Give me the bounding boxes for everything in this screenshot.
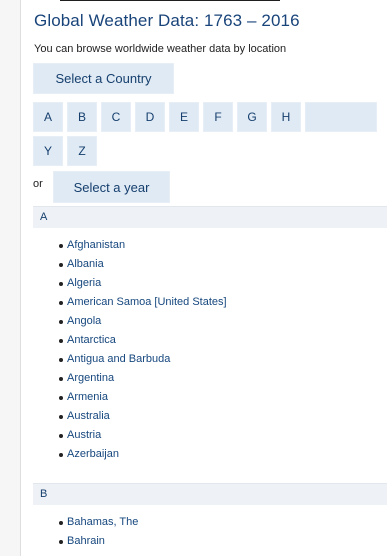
bullet-icon — [59, 358, 63, 362]
letter-h-button[interactable]: H — [271, 102, 301, 132]
country-link-afghanistan[interactable]: Afghanistan — [67, 236, 125, 255]
letter-next-button[interactable] — [305, 102, 377, 132]
letter-g-button[interactable]: G — [237, 102, 267, 132]
letter-z-button[interactable]: Z — [67, 136, 97, 166]
bullet-icon — [59, 415, 63, 419]
bullet-icon — [59, 282, 63, 286]
letter-e-button[interactable]: E — [169, 102, 199, 132]
page-title: Global Weather Data: 1763 – 2016 — [34, 11, 300, 30]
bullet-icon — [59, 396, 63, 400]
bullet-icon — [59, 453, 63, 457]
letter-f-button[interactable]: F — [203, 102, 233, 132]
bullet-icon — [59, 301, 63, 305]
or-label: or — [33, 178, 43, 190]
country-link-australia[interactable]: Australia — [67, 407, 110, 426]
select-country-button[interactable]: Select a Country — [33, 63, 174, 94]
country-link-antarctica[interactable]: Antarctica — [67, 331, 116, 350]
letter-d-button[interactable]: D — [135, 102, 165, 132]
country-link-angola[interactable]: Angola — [67, 312, 101, 331]
intro-text: You can browse worldwide weather data by… — [34, 43, 287, 55]
country-link-armenia[interactable]: Armenia — [67, 388, 108, 407]
section-header-a: A — [33, 206, 387, 228]
country-link-algeria[interactable]: Algeria — [67, 274, 101, 293]
letter-b-button[interactable]: B — [67, 102, 97, 132]
bullet-icon — [59, 263, 63, 267]
country-link-austria[interactable]: Austria — [67, 426, 101, 445]
country-link-albania[interactable]: Albania — [67, 255, 104, 274]
bullet-icon — [59, 339, 63, 343]
bullet-icon — [59, 320, 63, 324]
letter-c-button[interactable]: C — [101, 102, 131, 132]
country-link-bahamas[interactable]: Bahamas, The — [67, 513, 138, 532]
country-link-bahrain[interactable]: Bahrain — [67, 532, 105, 551]
country-link-american-samoa[interactable]: American Samoa [United States] — [67, 293, 227, 312]
left-gutter — [0, 0, 21, 556]
bullet-icon — [59, 377, 63, 381]
country-link-argentina[interactable]: Argentina — [67, 369, 114, 388]
section-header-b: B — [33, 483, 387, 505]
bullet-icon — [59, 434, 63, 438]
country-link-antigua-and-barbuda[interactable]: Antigua and Barbuda — [67, 350, 170, 369]
letter-y-button[interactable]: Y — [33, 136, 63, 166]
bullet-icon — [59, 540, 63, 544]
weather-data-page: Global Weather Data: 1763 – 2016 You can… — [33, 0, 387, 556]
letter-a-button[interactable]: A — [33, 102, 63, 132]
bullet-icon — [59, 244, 63, 248]
bullet-icon — [59, 521, 63, 525]
country-link-azerbaijan[interactable]: Azerbaijan — [67, 445, 119, 464]
select-year-button[interactable]: Select a year — [53, 171, 170, 203]
